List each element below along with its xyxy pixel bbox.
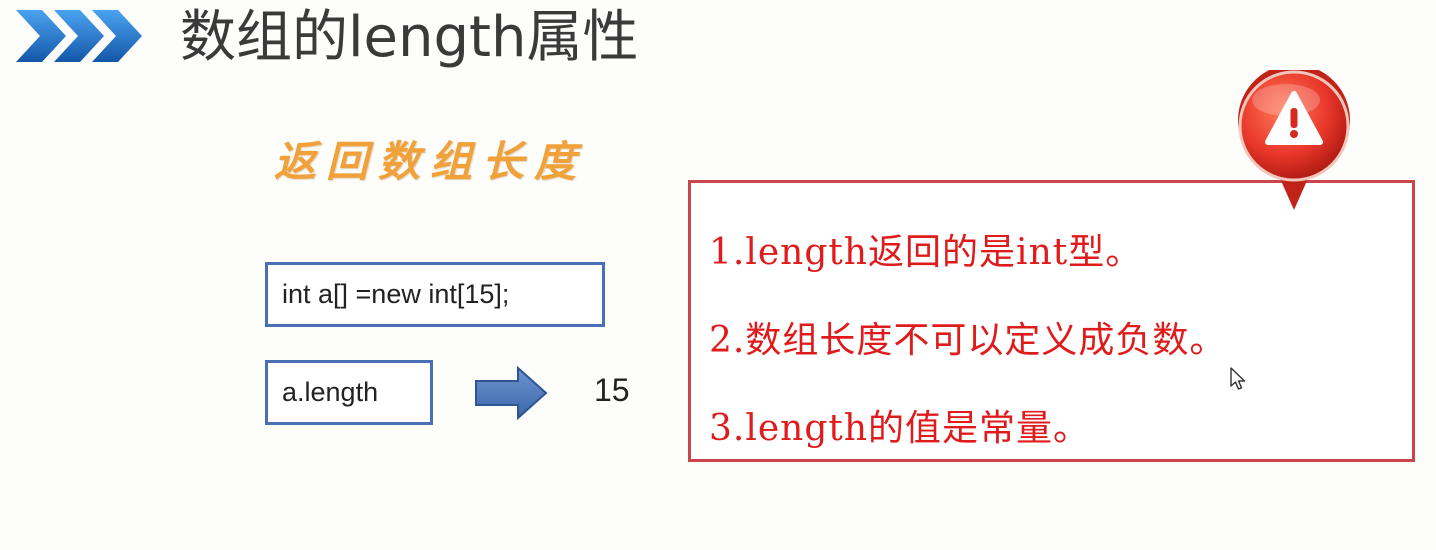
mouse-cursor-icon — [1230, 367, 1246, 390]
length-expression-code: a.length — [282, 377, 379, 407]
slide-title: 数组的length属性 — [180, 5, 639, 70]
note-item: 3.length的值是常量。 — [709, 408, 1091, 449]
slide-subtitle: 返回数组长度 — [274, 137, 587, 186]
note-item: 2.数组长度不可以定义成负数。 — [709, 320, 1227, 361]
array-declaration-box: int a[] =new int[15]; — [265, 262, 605, 327]
warning-icon — [1238, 70, 1350, 210]
note-item: 1.length返回的是int型。 — [709, 232, 1143, 273]
right-arrow-icon — [475, 366, 548, 420]
length-expression-box: a.length — [265, 360, 433, 425]
array-declaration-code: int a[] =new int[15]; — [282, 279, 510, 309]
length-result-value: 15 — [594, 372, 630, 408]
chevron-triple-icon — [16, 10, 142, 62]
notes-box: 1.length返回的是int型。 2.数组长度不可以定义成负数。 3.leng… — [688, 180, 1415, 462]
